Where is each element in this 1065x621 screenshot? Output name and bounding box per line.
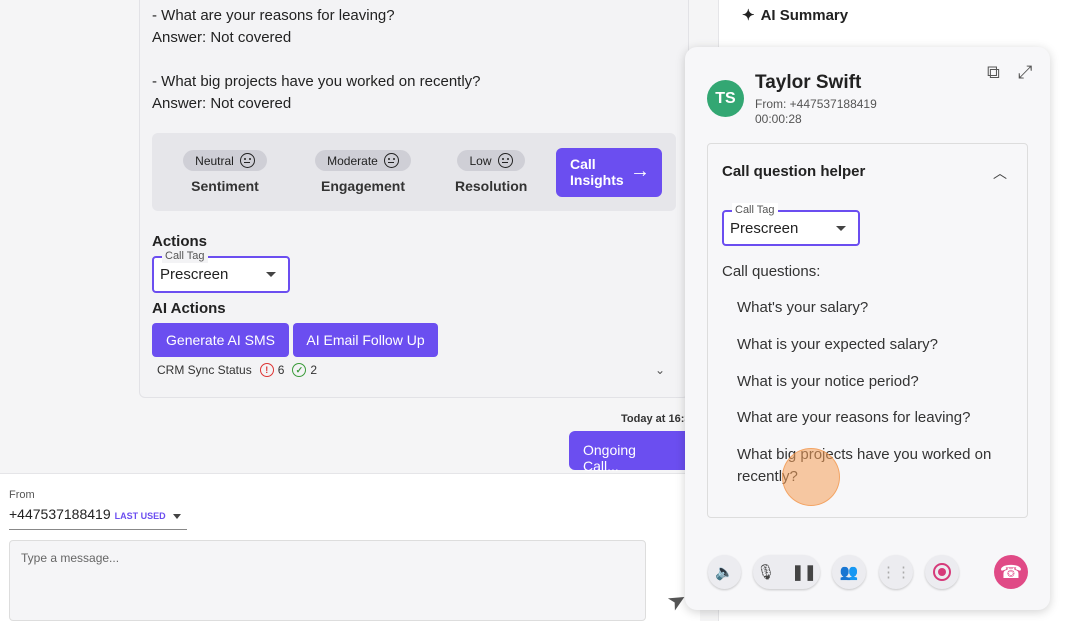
add-participant-icon[interactable]: 👥 <box>832 555 866 589</box>
actions-title: Actions <box>152 233 208 250</box>
resolution-badge: Low <box>457 150 525 171</box>
expand-icon[interactable]: ⤢ <box>1018 62 1032 83</box>
cursor-highlight <box>782 448 840 506</box>
caller-number: From: +447537188419 <box>755 97 877 111</box>
caret-down-icon <box>173 514 181 519</box>
record-icon[interactable] <box>925 555 959 589</box>
neutral-face-icon <box>497 153 513 168</box>
mic-pause-controls: 🎙 ❚❚ <box>753 555 820 589</box>
message-timestamp: Today at 16:3 <box>621 413 691 425</box>
pause-icon[interactable]: ❚❚ <box>791 563 816 581</box>
check-icon: ✓ <box>292 363 307 377</box>
ai-email-follow-up-button[interactable]: AI Email Follow Up <box>293 323 438 357</box>
chevron-down-icon[interactable]: ⌄ <box>655 363 665 377</box>
from-label: From <box>9 489 35 501</box>
qa-question: - What are your reasons for leaving? <box>152 7 395 24</box>
ai-actions-title: AI Actions <box>152 300 226 317</box>
metric-sentiment: Neutral Sentiment <box>180 150 270 194</box>
qa-question: - What big projects have you worked on r… <box>152 73 481 90</box>
call-duration: 00:00:28 <box>755 112 802 126</box>
hang-up-icon[interactable]: ☎ <box>994 555 1028 589</box>
error-icon: ! <box>259 363 274 377</box>
message-input[interactable]: Type a message... <box>9 540 646 621</box>
sparkle-icon: ✦ <box>742 7 755 24</box>
caret-down-icon <box>836 226 846 231</box>
ongoing-call-button[interactable]: Ongoing Call... <box>569 431 687 474</box>
helper-title: Call question helper <box>722 163 866 180</box>
last-used-badge: LAST USED <box>114 511 166 521</box>
engagement-badge: Moderate <box>315 150 411 171</box>
speaker-icon[interactable]: 🔈 <box>708 555 741 589</box>
widget-call-tag-select[interactable]: Call Tag Prescreen <box>722 203 860 246</box>
metric-engagement: Moderate Engagement <box>312 150 414 194</box>
microphone-icon[interactable]: 🎙 <box>756 563 775 581</box>
neutral-face-icon <box>239 153 255 168</box>
generate-ai-sms-button[interactable]: Generate AI SMS <box>152 323 289 357</box>
question-item[interactable]: What are your reasons for leaving? <box>737 407 1007 429</box>
avatar: TS <box>707 80 744 117</box>
question-item[interactable]: What's your salary? <box>737 297 1007 319</box>
caller-name: Taylor Swift <box>755 72 862 93</box>
chevron-up-icon[interactable]: ︿ <box>993 163 1007 183</box>
call-questions-label: Call questions: <box>722 263 821 280</box>
question-item[interactable]: What big projects have you worked on rec… <box>737 444 1007 488</box>
call-insights-button[interactable]: Call Insights → <box>556 148 662 197</box>
question-item[interactable]: What is your expected salary? <box>737 334 1007 356</box>
question-item[interactable]: What is your notice period? <box>737 371 1007 393</box>
qa-answer: Answer: Not covered <box>152 29 292 46</box>
qa-answer: Answer: Not covered <box>152 95 292 112</box>
metric-resolution: Low Resolution <box>455 150 527 194</box>
open-external-icon[interactable]: ⧉ <box>987 62 1000 83</box>
caret-down-icon <box>266 272 276 277</box>
call-tag-select[interactable]: Call Tag Prescreen <box>152 249 290 293</box>
sentiment-badge: Neutral <box>183 150 267 171</box>
from-number-select[interactable]: +447537188419 LAST USED <box>9 506 187 530</box>
neutral-face-icon <box>383 153 399 168</box>
audio-wave-icon[interactable]: ⋮⋮ <box>879 555 913 589</box>
arrow-right-icon: → <box>630 160 650 182</box>
ai-summary-title: ✦ AI Summary <box>742 7 849 24</box>
crm-sync-status: CRM Sync Status ! 6 ✓ 2 <box>157 363 318 377</box>
